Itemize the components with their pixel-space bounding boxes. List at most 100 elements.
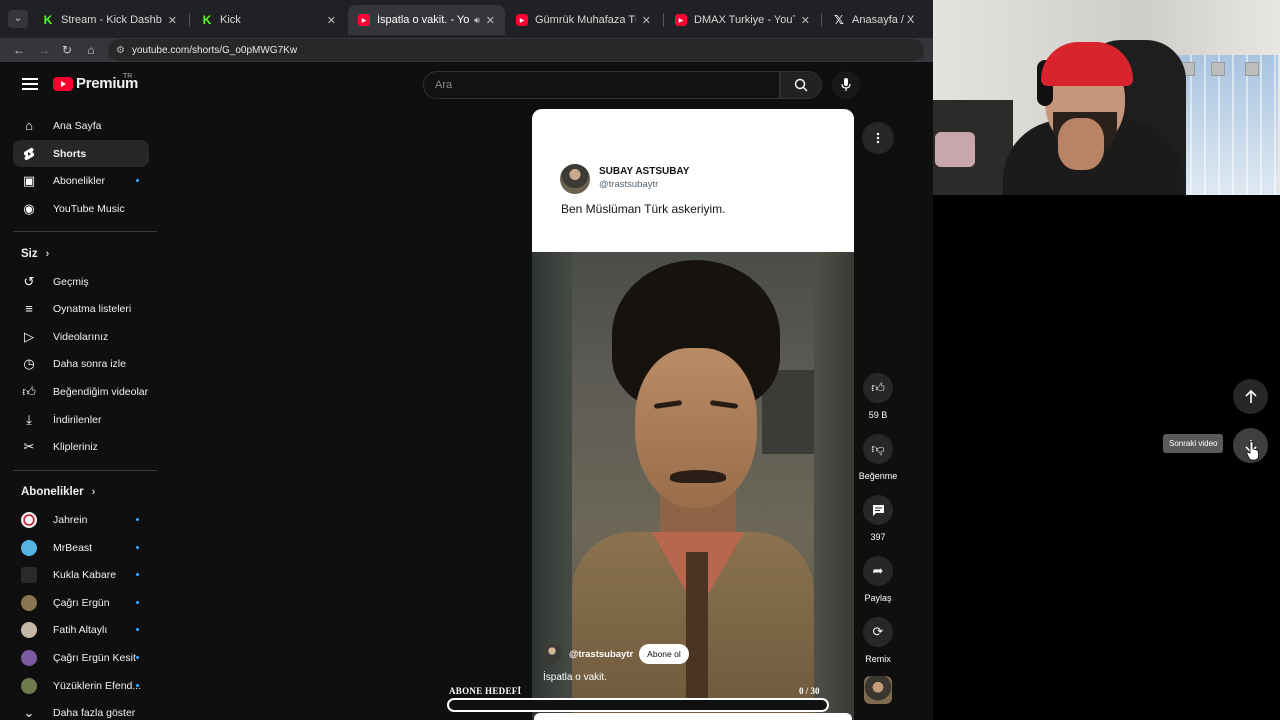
tab-dmax[interactable]: ▶ DMAX Turkiye - YouTube ✕ (665, 5, 820, 35)
sidebar-item-label: Çağrı Ergün (53, 596, 110, 609)
sidebar-item-home[interactable]: ⌂ Ana Sayfa (13, 112, 149, 139)
comments-button[interactable] (863, 495, 893, 525)
your-videos-icon: ▷ (24, 328, 34, 344)
chevron-right-icon: › (45, 248, 50, 260)
sidebar-item-downloads[interactable]: ⤓ İndirilenler (13, 406, 149, 433)
sidebar-item-label: Klipleriniz (53, 440, 98, 453)
tab-youtube-active[interactable]: ▶ İspatla o vakit. - YouTube 🔊︎ ✕ (348, 5, 505, 35)
side-panel (933, 195, 1280, 720)
sidebar-channel-mrbeast[interactable]: MrBeast (13, 534, 149, 561)
close-icon[interactable]: ✕ (642, 14, 651, 27)
share-button[interactable]: ➦ (863, 556, 893, 586)
subscribe-button[interactable]: Abone ol (639, 644, 689, 664)
sidebar-item-label: Beğendiğim videolar (53, 385, 149, 398)
sidebar-item-liked-videos[interactable]: 👍︎ Beğendiğim videolar (13, 378, 149, 405)
new-content-dot (136, 684, 139, 687)
close-icon[interactable]: ✕ (801, 14, 810, 27)
more-options-button[interactable] (862, 122, 894, 154)
sidebar-item-watch-later[interactable]: ◷ Daha sonra izle (13, 350, 149, 377)
remix-button[interactable]: ⟳ (863, 617, 893, 647)
tab-title: DMAX Turkiye - YouTube (694, 14, 795, 26)
tab-search-button[interactable]: ⌄ (8, 10, 28, 28)
sidebar-item-label: Abonelikler (53, 174, 105, 187)
short-title[interactable]: İspatla o vakit. (543, 672, 607, 683)
avatar (21, 566, 37, 583)
tab-x[interactable]: 𝕏 Anasayfa / X (823, 5, 933, 35)
url-text: youtube.com/shorts/G_o0pMWG7Kw (131, 44, 298, 56)
sidebar-item-clips[interactable]: ✂ Klipleriniz (13, 433, 149, 460)
channel-info: @trastsubaytr Abone ol (542, 644, 689, 664)
close-icon[interactable]: ✕ (327, 14, 336, 27)
home-icon: ⌂ (25, 118, 33, 133)
tab-title: Anasayfa / X (852, 14, 915, 26)
sidebar-channel-cagri-ergun-kesit[interactable]: Çağrı Ergün Kesit (13, 644, 149, 671)
forward-icon[interactable]: → (35, 41, 53, 59)
search-button[interactable] (780, 71, 822, 99)
menu-icon[interactable] (22, 78, 38, 90)
youtube-premium-logo[interactable]: Premium TR (53, 73, 138, 92)
address-bar[interactable]: ⚙ youtube.com/shorts/G_o0pMWG7Kw (108, 39, 924, 61)
sidebar-item-label: MrBeast (53, 541, 93, 554)
sidebar-channel-kukla-kabare[interactable]: Kukla Kabare (13, 561, 149, 588)
new-content-dot (136, 518, 139, 521)
close-icon[interactable]: ✕ (168, 14, 177, 27)
sidebar-show-more[interactable]: ⌄ Daha fazla göster (13, 699, 149, 720)
sidebar-item-playlists[interactable]: ≡ Oynatma listeleri (13, 295, 149, 322)
site-info-icon[interactable]: ⚙ (116, 45, 125, 56)
tweet-author-name: SUBAY ASTSUBAY (599, 166, 690, 177)
sidebar-item-label: Videolarınız (53, 330, 109, 343)
logo-region: TR (123, 73, 133, 80)
divider (13, 470, 157, 471)
sidebar-item-subscriptions[interactable]: ▣ Abonelikler (13, 167, 149, 194)
sidebar-item-label: Shorts (53, 147, 87, 160)
browser-window: ⌄ K Stream - Kick Dashboard ✕ K Kick ✕ ▶… (0, 0, 933, 720)
sidebar-item-label: Geçmiş (53, 275, 89, 288)
tab-title: Stream - Kick Dashboard (61, 14, 162, 26)
previous-video-button[interactable] (1233, 379, 1268, 414)
home-icon[interactable]: ⌂ (82, 41, 100, 59)
sound-thumbnail[interactable] (864, 676, 892, 704)
remix-action: ⟳ Remix (857, 617, 899, 664)
sidebar-item-label: Çağrı Ergün Kesit (53, 651, 136, 664)
youtube-icon (53, 76, 73, 91)
goal-current: 0 (799, 686, 804, 696)
speaker-icon[interactable]: 🔊︎ (474, 15, 480, 26)
sidebar-item-label: Fatih Altaylı (53, 623, 108, 636)
watch-later-icon: ◷ (23, 355, 35, 371)
tab-kick[interactable]: K Kick ✕ (191, 5, 346, 35)
close-icon[interactable]: ✕ (486, 14, 495, 27)
sidebar-item-history[interactable]: ↺ Geçmiş (13, 268, 149, 295)
sidebar-item-your-videos[interactable]: ▷ Videolarınız (13, 323, 149, 350)
avatar[interactable] (542, 644, 562, 664)
sidebar-channel-cagri-ergun[interactable]: Çağrı Ergün (13, 589, 149, 616)
tab-kick-dashboard[interactable]: K Stream - Kick Dashboard ✕ (32, 5, 187, 35)
tab-gumruk[interactable]: ▶ Gümrük Muhafaza Türkiye 5. Bö ✕ (506, 5, 661, 35)
arrow-up-icon (1244, 389, 1257, 403)
download-icon: ⤓ (26, 411, 32, 427)
voice-search-button[interactable] (832, 71, 860, 99)
tab-title: Kick (220, 14, 241, 26)
avatar (21, 594, 37, 611)
channel-handle[interactable]: @trastsubaytr (569, 649, 633, 660)
search-input[interactable]: Ara (423, 71, 780, 99)
thumbs-up-icon: 👍︎ (871, 380, 885, 395)
reload-icon[interactable]: ↻ (58, 41, 76, 59)
sidebar-item-shorts[interactable]: Shorts (13, 140, 149, 167)
shorts-player[interactable]: SUBAY ASTSUBAY @trastsubaytr Ben Müslüma… (532, 109, 854, 720)
sidebar-item-youtube-music[interactable]: ◉ YouTube Music (13, 195, 149, 222)
search-icon (794, 78, 808, 92)
like-button[interactable]: 👍︎ (863, 373, 893, 403)
sidebar-section-you[interactable]: Siz › (21, 248, 49, 260)
goal-progress-bar (447, 698, 829, 712)
dislike-button[interactable]: 👎︎ (863, 434, 893, 464)
sidebar-channel-yuzuklerin-efendisi[interactable]: Yüzüklerin Efend... (13, 672, 149, 699)
sidebar-channel-fatih-altayli[interactable]: Fatih Altaylı (13, 616, 149, 643)
avatar (560, 164, 590, 194)
sidebar-section-subscriptions[interactable]: Abonelikler › (21, 486, 95, 498)
back-icon[interactable]: ← (10, 41, 28, 59)
sidebar-item-label: Kukla Kabare (53, 568, 117, 581)
sidebar-channel-jahrein[interactable]: Jahrein (13, 506, 149, 533)
next-short-peek (534, 713, 852, 720)
youtube-icon: ▶ (675, 14, 687, 26)
sidebar-item-label: Jahrein (53, 513, 88, 526)
